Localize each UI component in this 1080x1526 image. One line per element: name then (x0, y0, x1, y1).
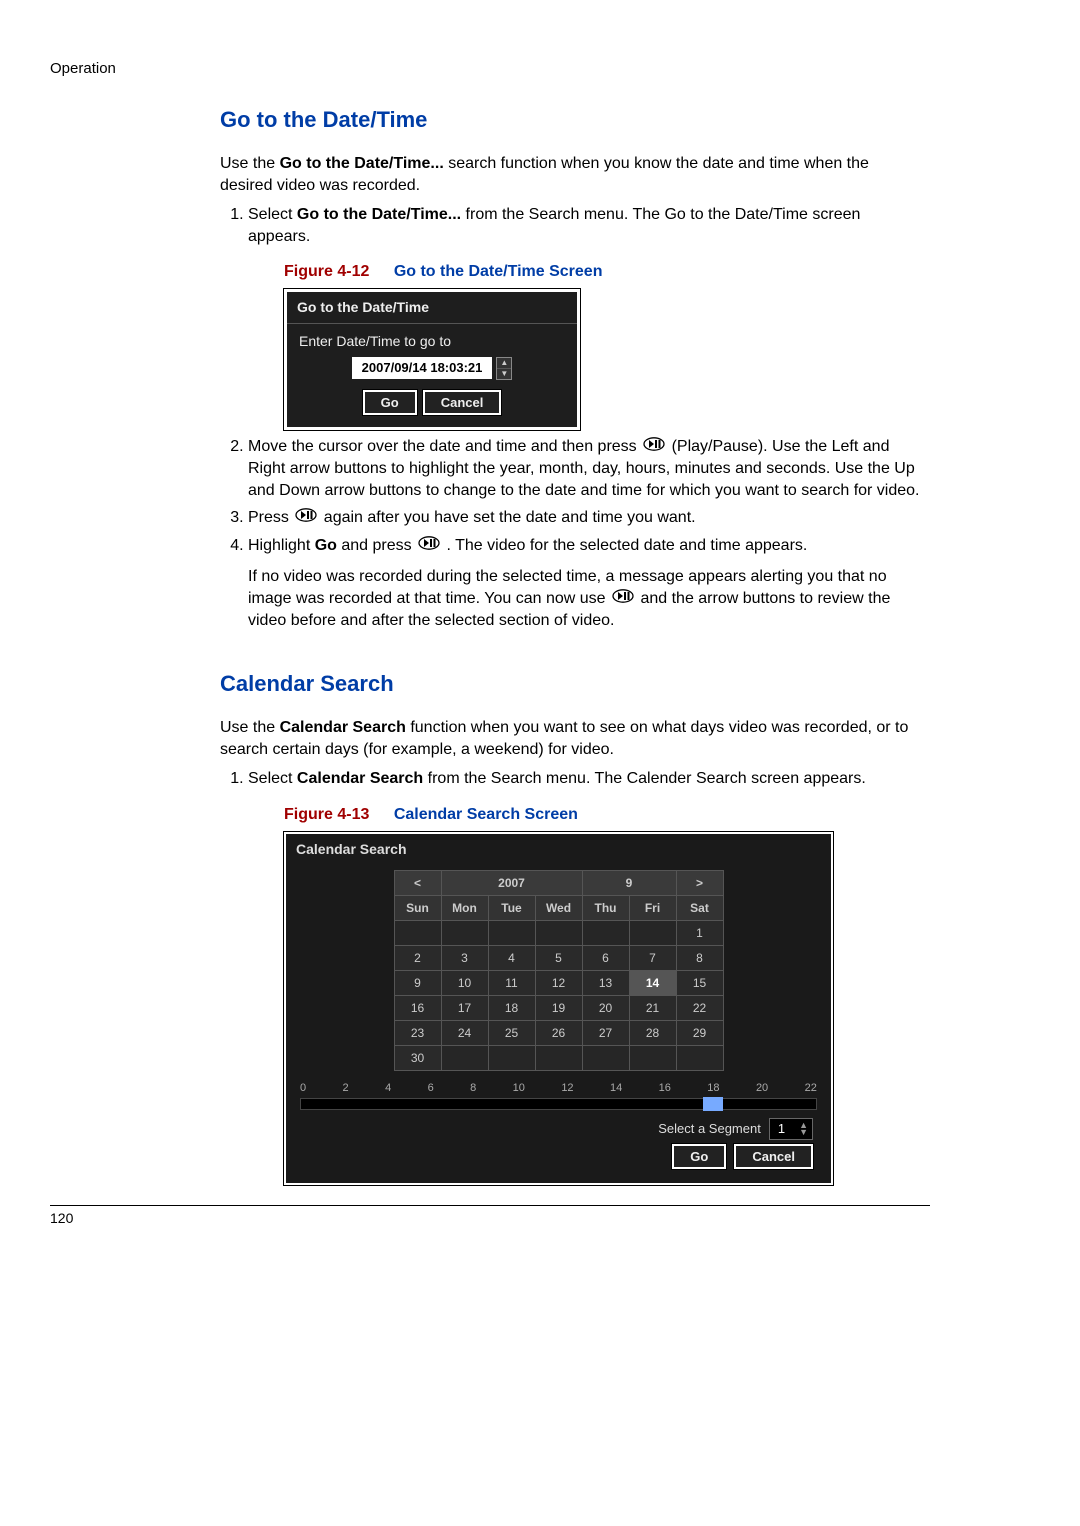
calendar-year[interactable]: 2007 (441, 871, 582, 896)
section2-steps: Select Calendar Search from the Search m… (220, 768, 920, 1185)
calendar-cell (676, 1046, 723, 1071)
calendar-cell[interactable]: 6 (582, 946, 629, 971)
segment-row: Select a Segment 1 ▲▼ (304, 1118, 813, 1140)
calendar-cell (582, 921, 629, 946)
page-header: Operation (50, 60, 930, 77)
calendar-cell (394, 921, 441, 946)
section1-title: Go to the Date/Time (220, 107, 920, 133)
calendar-title: Calendar Search (286, 834, 831, 865)
calendar-search-dialog: Calendar Search < 2007 9 > Sun Mon Tue W… (284, 832, 833, 1186)
calendar-cell[interactable]: 11 (488, 971, 535, 996)
dialog-label: Enter Date/Time to go to (299, 332, 565, 351)
calendar-cell (535, 1046, 582, 1071)
section1-step4: Highlight Go and press . The video for t… (248, 535, 920, 631)
segment-label: Select a Segment (658, 1120, 761, 1138)
section2-intro: Use the Calendar Search function when yo… (220, 717, 920, 760)
calendar-cell (629, 921, 676, 946)
section1-steps: Select Go to the Date/Time... from the S… (220, 204, 920, 631)
calendar-cell[interactable]: 5 (535, 946, 582, 971)
calendar-cell (488, 921, 535, 946)
calendar-cell[interactable]: 18 (488, 996, 535, 1021)
datetime-field[interactable]: 2007/09/14 18:03:21 ▲ ▼ (299, 357, 565, 380)
calendar-day-headers: Sun Mon Tue Wed Thu Fri Sat (394, 896, 723, 921)
datetime-value: 2007/09/14 18:03:21 (352, 357, 493, 379)
calendar-cell[interactable]: 3 (441, 946, 488, 971)
figure-4-13-caption: Figure 4-13 Calendar Search Screen (284, 804, 920, 826)
calendar-grid: < 2007 9 > Sun Mon Tue Wed Thu Fri Sat (394, 870, 724, 1071)
calendar-cell[interactable]: 29 (676, 1021, 723, 1046)
prev-month-button[interactable]: < (394, 871, 441, 896)
timeline-bar[interactable] (300, 1098, 817, 1110)
calendar-go-button[interactable]: Go (672, 1144, 726, 1170)
calendar-cell[interactable]: 15 (676, 971, 723, 996)
play-pause-icon (295, 507, 317, 529)
section1-step4-note: If no video was recorded during the sele… (248, 566, 920, 631)
calendar-month[interactable]: 9 (582, 871, 676, 896)
section1-step1: Select Go to the Date/Time... from the S… (248, 204, 920, 430)
calendar-cell[interactable]: 20 (582, 996, 629, 1021)
calendar-cell (488, 1046, 535, 1071)
timeline-ticks: 0 2 4 6 8 10 12 14 16 18 20 22 (300, 1081, 817, 1096)
calendar-cell[interactable]: 25 (488, 1021, 535, 1046)
calendar-cell[interactable]: 24 (441, 1021, 488, 1046)
calendar-cell[interactable]: 10 (441, 971, 488, 996)
segment-select[interactable]: 1 ▲▼ (769, 1118, 813, 1140)
calendar-cell[interactable]: 1 (676, 921, 723, 946)
calendar-cell[interactable]: 27 (582, 1021, 629, 1046)
calendar-cell[interactable]: 17 (441, 996, 488, 1021)
calendar-cell[interactable]: 12 (535, 971, 582, 996)
calendar-cell (582, 1046, 629, 1071)
section1-step3: Press again after you have set the date … (248, 507, 920, 529)
segment-value: 1 (778, 1120, 785, 1138)
calendar-cell[interactable]: 4 (488, 946, 535, 971)
go-button[interactable]: Go (363, 390, 417, 416)
figure-4-12-caption: Figure 4-12 Go to the Date/Time Screen (284, 261, 920, 283)
section2-title: Calendar Search (220, 671, 920, 697)
calendar-cell[interactable]: 13 (582, 971, 629, 996)
calendar-cell[interactable]: 19 (535, 996, 582, 1021)
calendar-cell[interactable]: 16 (394, 996, 441, 1021)
calendar-row: 2345678 (394, 946, 723, 971)
calendar-cell (535, 921, 582, 946)
calendar-cell[interactable]: 30 (394, 1046, 441, 1071)
calendar-cell[interactable]: 28 (629, 1021, 676, 1046)
goto-datetime-dialog: Go to the Date/Time Enter Date/Time to g… (284, 289, 580, 430)
play-pause-icon (418, 535, 440, 557)
dialog-title: Go to the Date/Time (287, 292, 577, 324)
calendar-cell[interactable]: 22 (676, 996, 723, 1021)
calendar-cell[interactable]: 23 (394, 1021, 441, 1046)
calendar-row: 9101112131415 (394, 971, 723, 996)
calendar-row: 30 (394, 1046, 723, 1071)
calendar-cell[interactable]: 7 (629, 946, 676, 971)
calendar-cell[interactable]: 8 (676, 946, 723, 971)
calendar-row: 1 (394, 921, 723, 946)
calendar-cancel-button[interactable]: Cancel (734, 1144, 813, 1170)
spin-down-icon[interactable]: ▼ (497, 369, 511, 379)
calendar-cell[interactable]: 26 (535, 1021, 582, 1046)
timeline-marker[interactable] (703, 1097, 723, 1111)
section1-step2: Move the cursor over the date and time a… (248, 436, 920, 501)
calendar-cell[interactable]: 9 (394, 971, 441, 996)
dropdown-icon: ▲▼ (799, 1122, 808, 1136)
play-pause-icon (643, 436, 665, 458)
spin-up-icon[interactable]: ▲ (497, 358, 511, 369)
calendar-cell[interactable]: 14 (629, 971, 676, 996)
spinner[interactable]: ▲ ▼ (496, 357, 512, 380)
section2-step1: Select Calendar Search from the Search m… (248, 768, 920, 1185)
cancel-button[interactable]: Cancel (423, 390, 502, 416)
calendar-cell (629, 1046, 676, 1071)
calendar-row: 23242526272829 (394, 1021, 723, 1046)
next-month-button[interactable]: > (676, 871, 723, 896)
calendar-cell[interactable]: 2 (394, 946, 441, 971)
section1-intro: Use the Go to the Date/Time... search fu… (220, 153, 920, 196)
timeline[interactable]: 0 2 4 6 8 10 12 14 16 18 20 22 (300, 1081, 817, 1110)
content: Go to the Date/Time Use the Go to the Da… (220, 107, 920, 1185)
calendar-cell[interactable]: 21 (629, 996, 676, 1021)
page-number: 120 (50, 1205, 930, 1226)
calendar-cell (441, 921, 488, 946)
calendar-cell (441, 1046, 488, 1071)
calendar-row: 16171819202122 (394, 996, 723, 1021)
play-pause-icon (612, 588, 634, 610)
